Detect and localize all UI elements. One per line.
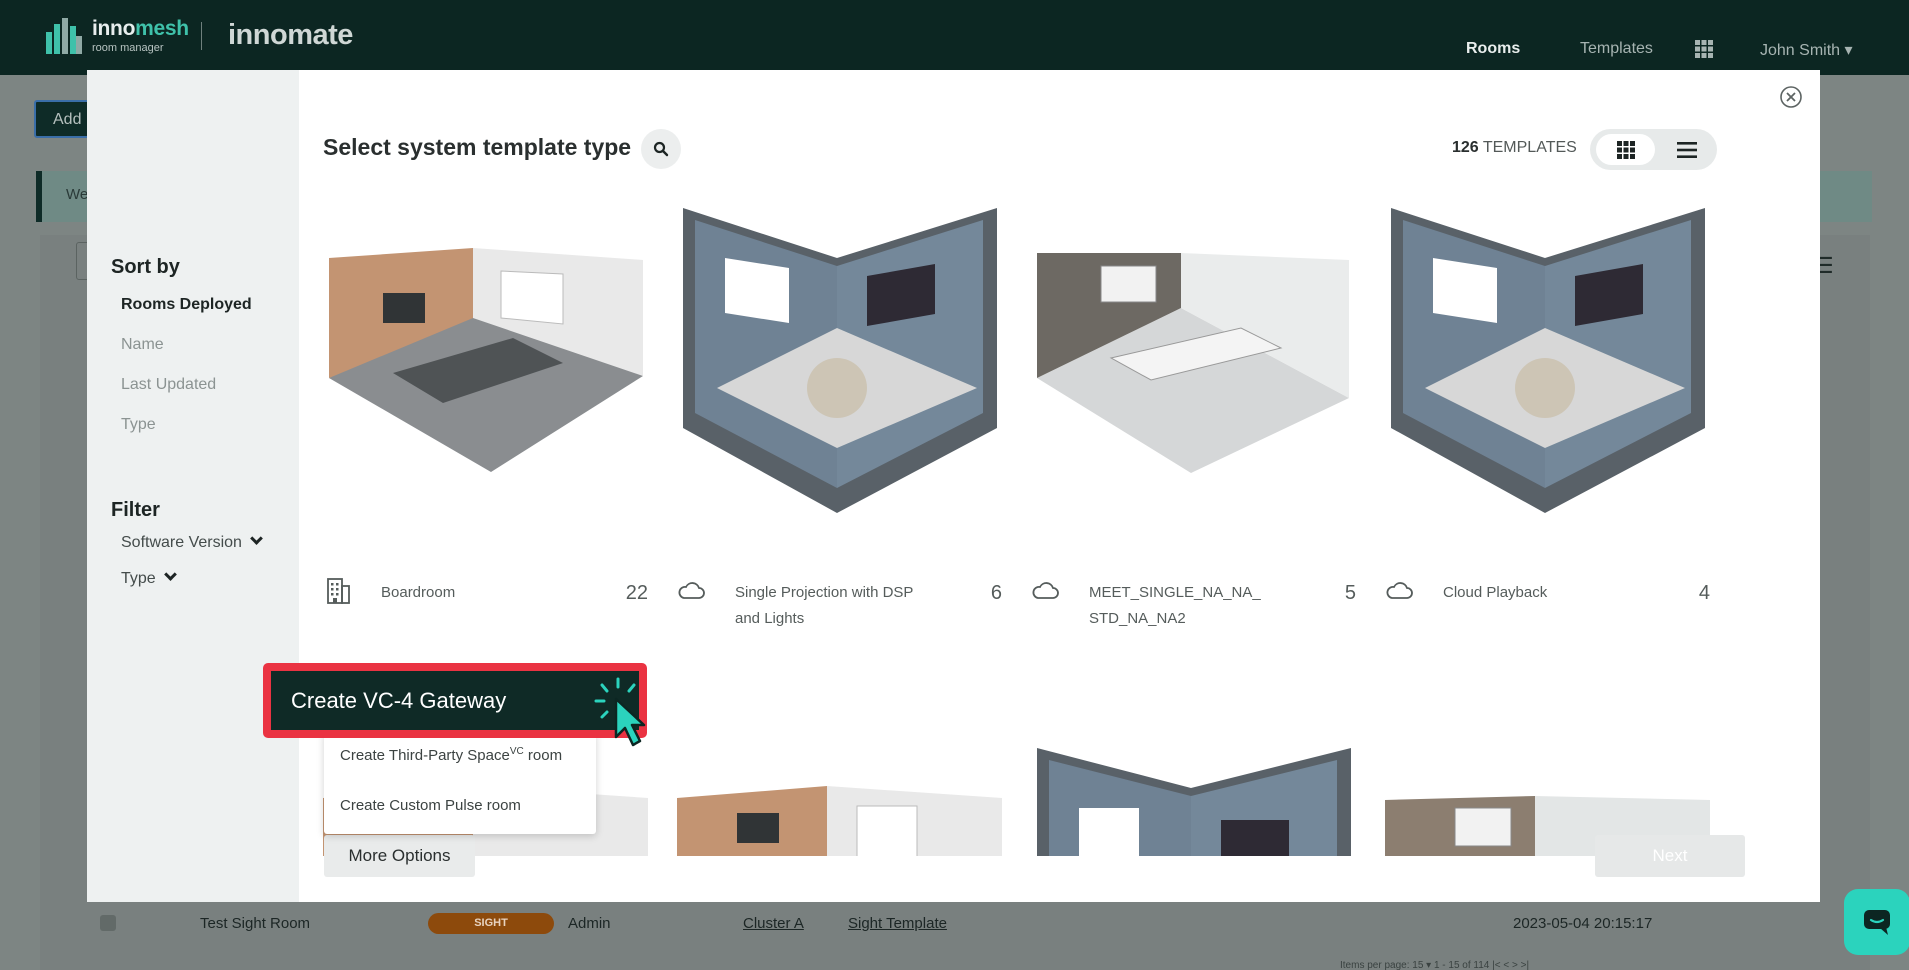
grid-icon [1617, 141, 1635, 159]
cloud-playback-image [1385, 198, 1710, 523]
close-icon[interactable] [1779, 85, 1803, 109]
building-icon [327, 578, 350, 604]
pagination: Items per page: 15 ▾ 1 - 15 of 114 |< < … [1340, 960, 1530, 970]
nav-rooms[interactable]: Rooms [1466, 40, 1520, 58]
template-count-value: 22 [625, 582, 648, 604]
sort-option-rooms-deployed[interactable]: Rooms Deployed [121, 296, 252, 314]
sort-option-type[interactable]: Type [121, 416, 156, 434]
template-count: 126 TEMPLATES [1452, 139, 1577, 156]
create-custom-pulse-room[interactable]: Create Custom Pulse room [340, 797, 521, 814]
brand-name: innomate [228, 19, 353, 51]
filter-software-version[interactable]: Software Version [121, 532, 263, 552]
meet-single-image [1031, 198, 1356, 523]
add-room-button: Add [34, 100, 94, 138]
template-title: Cloud Playback [1443, 584, 1548, 601]
more-options-dropdown: Create Third-Party SpaceVC room Create C… [324, 732, 596, 834]
sort-heading: Sort by [111, 256, 180, 278]
template-image [677, 738, 1002, 856]
chat-button[interactable] [1844, 889, 1909, 955]
chat-icon [1864, 910, 1890, 935]
create-third-party-space-room[interactable]: Create Third-Party SpaceVC room [340, 746, 562, 764]
modal-title: Select system template type [323, 134, 632, 160]
modal-sidebar: Sort by Rooms Deployed Name Last Updated… [87, 70, 299, 902]
template-image [1031, 738, 1356, 856]
logo-subtitle: room manager [92, 42, 164, 54]
filter-type[interactable]: Type [121, 568, 177, 588]
apps-grid-icon[interactable] [1695, 40, 1713, 58]
cloud-icon [1032, 582, 1059, 599]
cloud-icon [1386, 582, 1413, 599]
updated-date: 2023-05-04 20:15:17 [1513, 915, 1653, 932]
single-projection-image [677, 198, 1002, 523]
room-role: Admin [568, 915, 611, 932]
more-options-button[interactable]: More Options [324, 835, 475, 877]
cloud-icon [678, 582, 705, 599]
filter-heading: Filter [111, 499, 160, 521]
create-vc4-gateway-label: Create VC-4 Gateway [291, 688, 507, 713]
template-title: Single Projection with DSP and Lights [735, 584, 914, 627]
logo-text: innomesh [92, 17, 189, 40]
row-checkbox [100, 915, 116, 931]
list-icon [1677, 142, 1697, 158]
sort-option-name[interactable]: Name [121, 336, 164, 354]
table-row: Test Sight Room SIGHT Admin Cluster A Si… [40, 905, 1870, 943]
user-menu[interactable]: John Smith ▾ [1760, 40, 1853, 60]
template-count-value: 5 [1344, 582, 1356, 604]
click-cursor-icon [594, 677, 646, 747]
list-view-button[interactable] [1666, 134, 1710, 165]
template-link: Sight Template [848, 915, 947, 932]
template-title: MEET_SINGLE_NA_NA_ STD_NA_NA2 [1089, 584, 1261, 627]
view-toggle [1590, 129, 1717, 170]
chevron-down-icon [250, 532, 263, 545]
cluster-link: Cluster A [743, 915, 804, 932]
logo-divider [201, 22, 202, 50]
sort-option-last-updated[interactable]: Last Updated [121, 376, 216, 394]
search-button[interactable] [641, 129, 681, 169]
type-badge: SIGHT [428, 913, 554, 934]
top-navbar: innomesh room manager innomate Rooms Tem… [0, 0, 1909, 75]
search-icon [653, 141, 669, 157]
logo-icon [46, 18, 82, 54]
boardroom-image [323, 198, 648, 523]
chevron-down-icon [163, 568, 177, 581]
grid-view-button[interactable] [1596, 134, 1655, 165]
nav-templates[interactable]: Templates [1580, 40, 1653, 58]
template-count-value: 6 [990, 582, 1002, 604]
room-name: Test Sight Room [200, 915, 311, 932]
template-count-value: 4 [1698, 582, 1710, 604]
next-button[interactable]: Next [1595, 835, 1745, 877]
template-title: Boardroom [381, 584, 456, 601]
